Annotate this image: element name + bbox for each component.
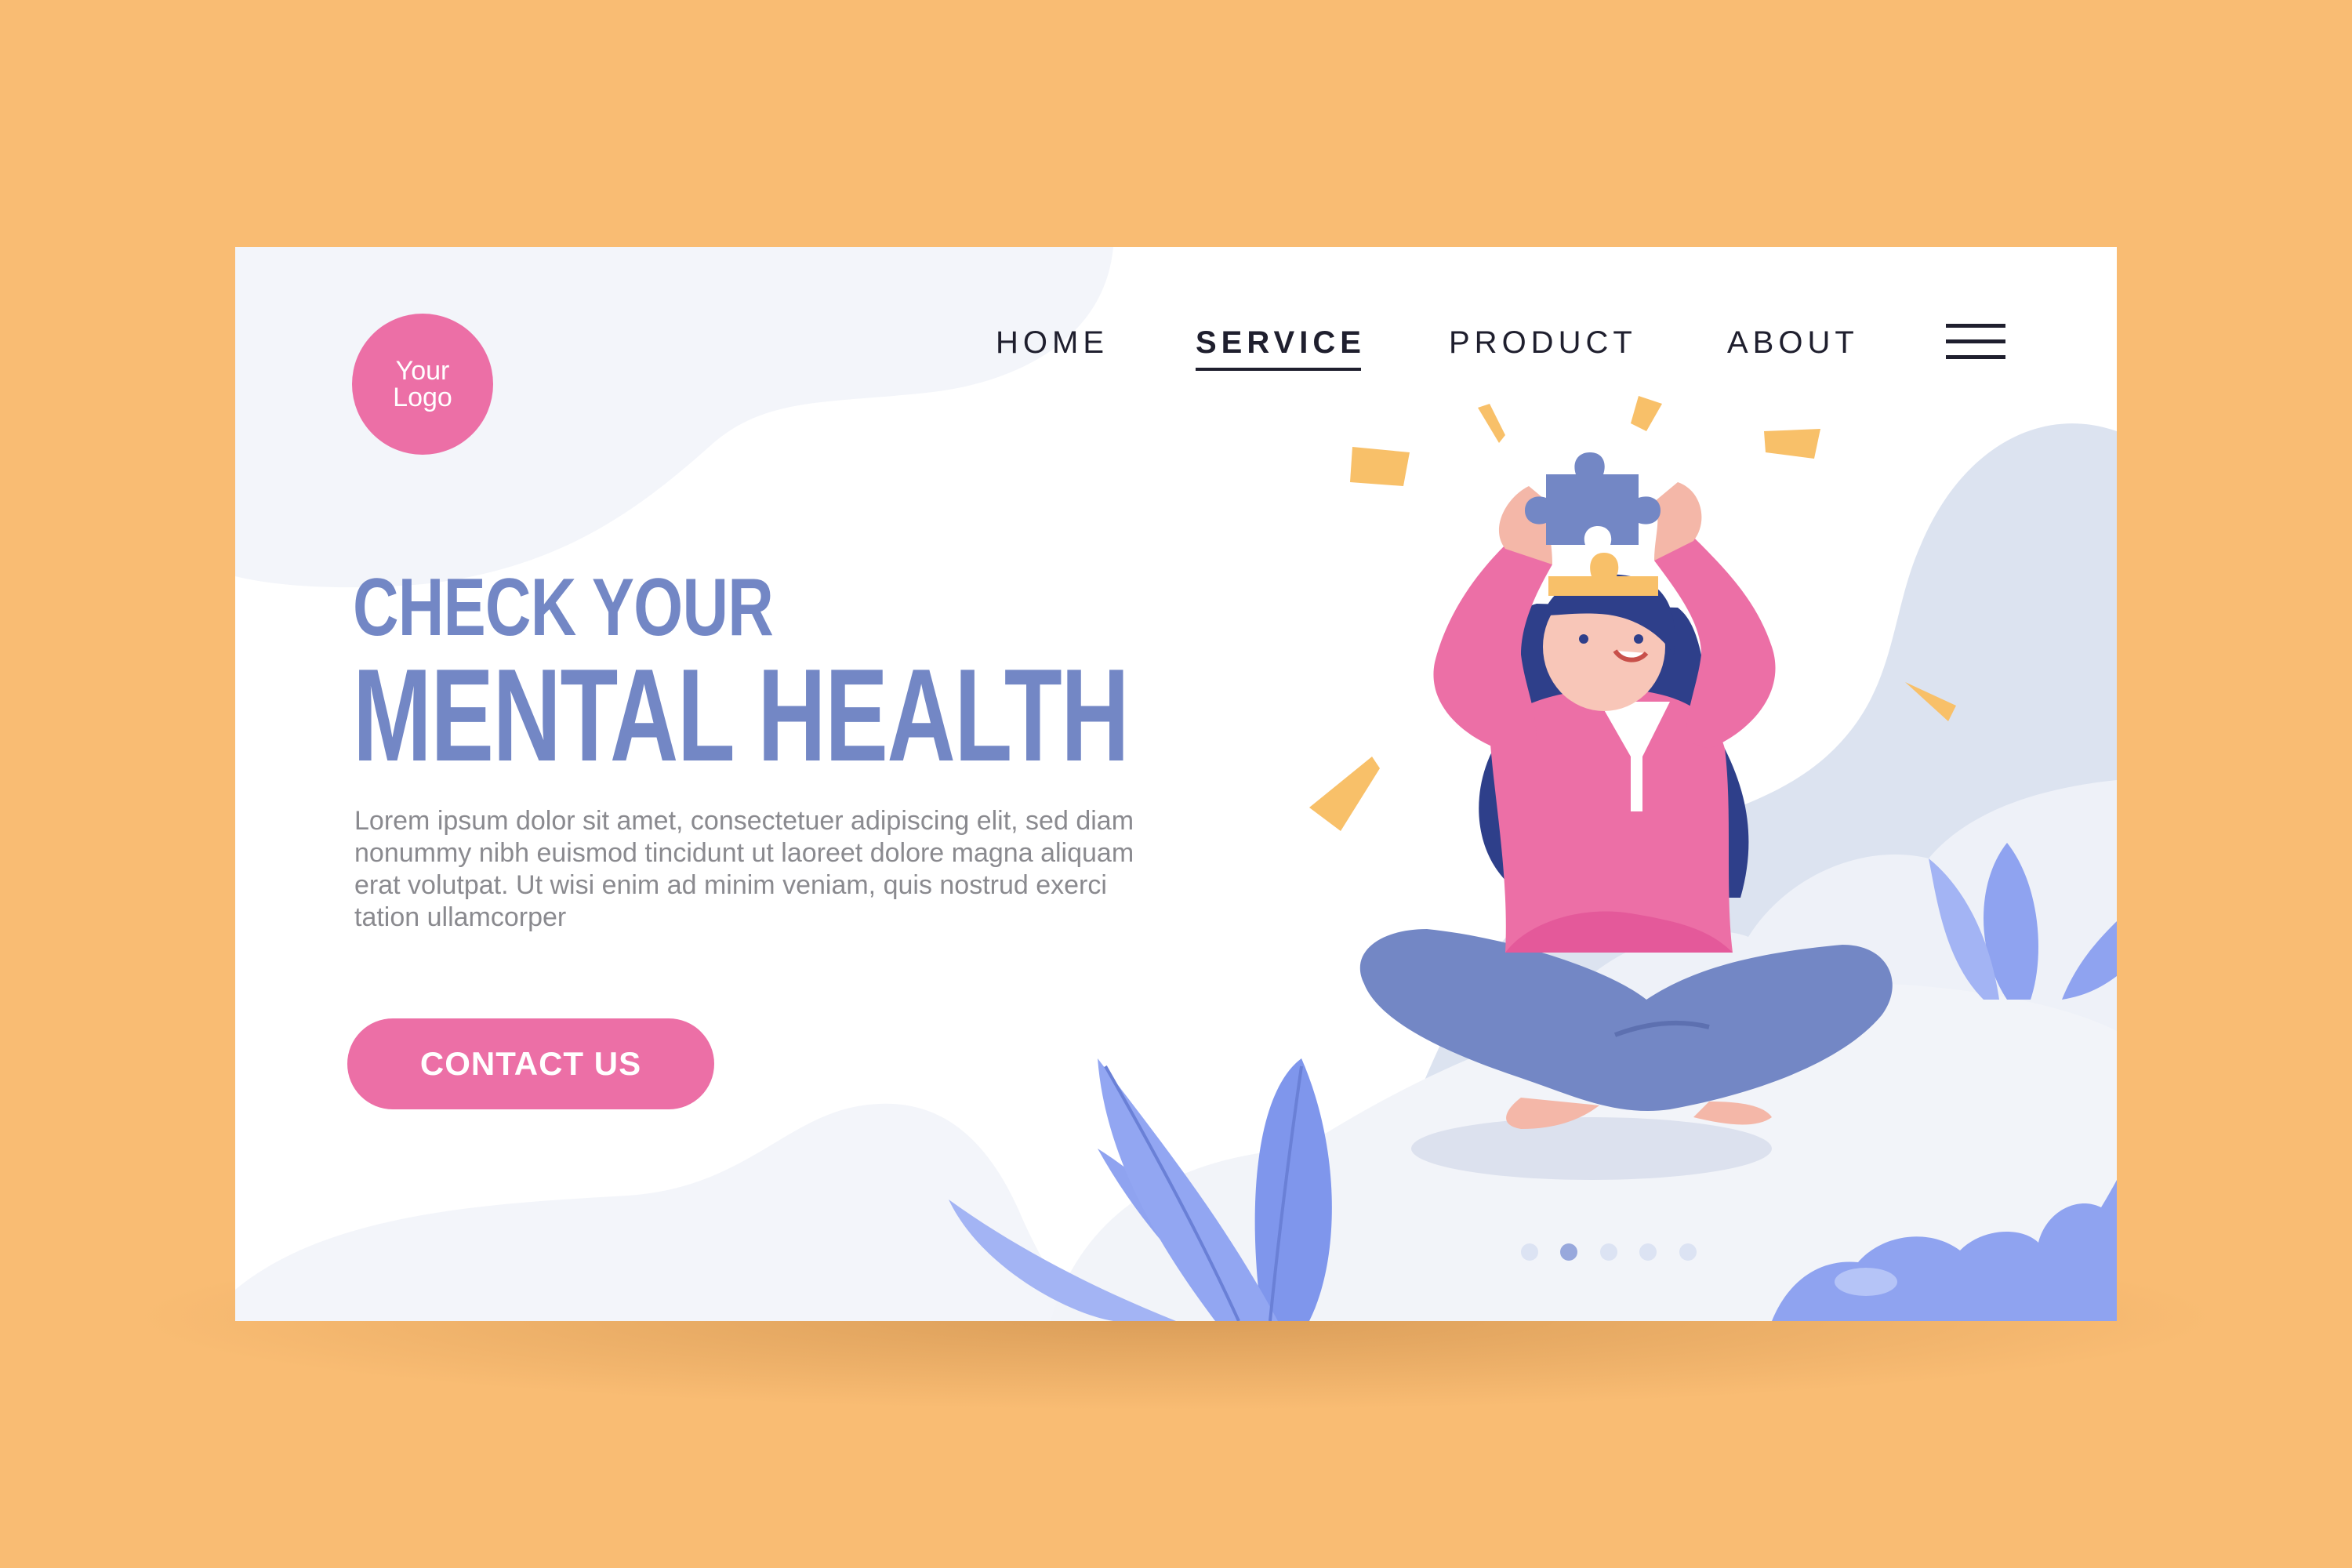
hamburger-menu-icon[interactable] — [1946, 324, 2005, 360]
headline-line-2: MENTAL HEALTH — [353, 641, 1130, 789]
carousel-dot[interactable] — [1679, 1243, 1697, 1261]
logo-line-2: Logo — [393, 383, 452, 412]
contact-us-button[interactable]: CONTACT US — [347, 1018, 714, 1109]
carousel-dot[interactable] — [1600, 1243, 1617, 1261]
active-nav-underline — [1196, 368, 1361, 371]
carousel-dot[interactable] — [1521, 1243, 1538, 1261]
carousel-dot-active[interactable] — [1560, 1243, 1577, 1261]
main-navigation: HOME SERVICE PRODUCT ABOUT — [235, 325, 2117, 372]
hero-description: Lorem ipsum dolor sit amet, consectetuer… — [354, 806, 1134, 932]
landing-page-card: Your Logo HOME SERVICE PRODUCT ABOUT CHE… — [235, 247, 2117, 1321]
bush-highlight — [1835, 1268, 1897, 1296]
nav-item-about[interactable]: ABOUT — [1727, 325, 1859, 361]
carousel-dot[interactable] — [1639, 1243, 1657, 1261]
nav-item-service[interactable]: SERVICE — [1196, 325, 1366, 371]
background-blob-bottom — [235, 1103, 1082, 1321]
headline-line-1: CHECK YOUR — [353, 562, 774, 653]
nav-item-product[interactable]: PRODUCT — [1449, 325, 1637, 361]
leaf-icon — [1254, 1058, 1332, 1321]
cushion-shadow — [1411, 1117, 1772, 1180]
nav-item-home[interactable]: HOME — [996, 325, 1109, 361]
nav-item-service-label: SERVICE — [1196, 325, 1366, 360]
